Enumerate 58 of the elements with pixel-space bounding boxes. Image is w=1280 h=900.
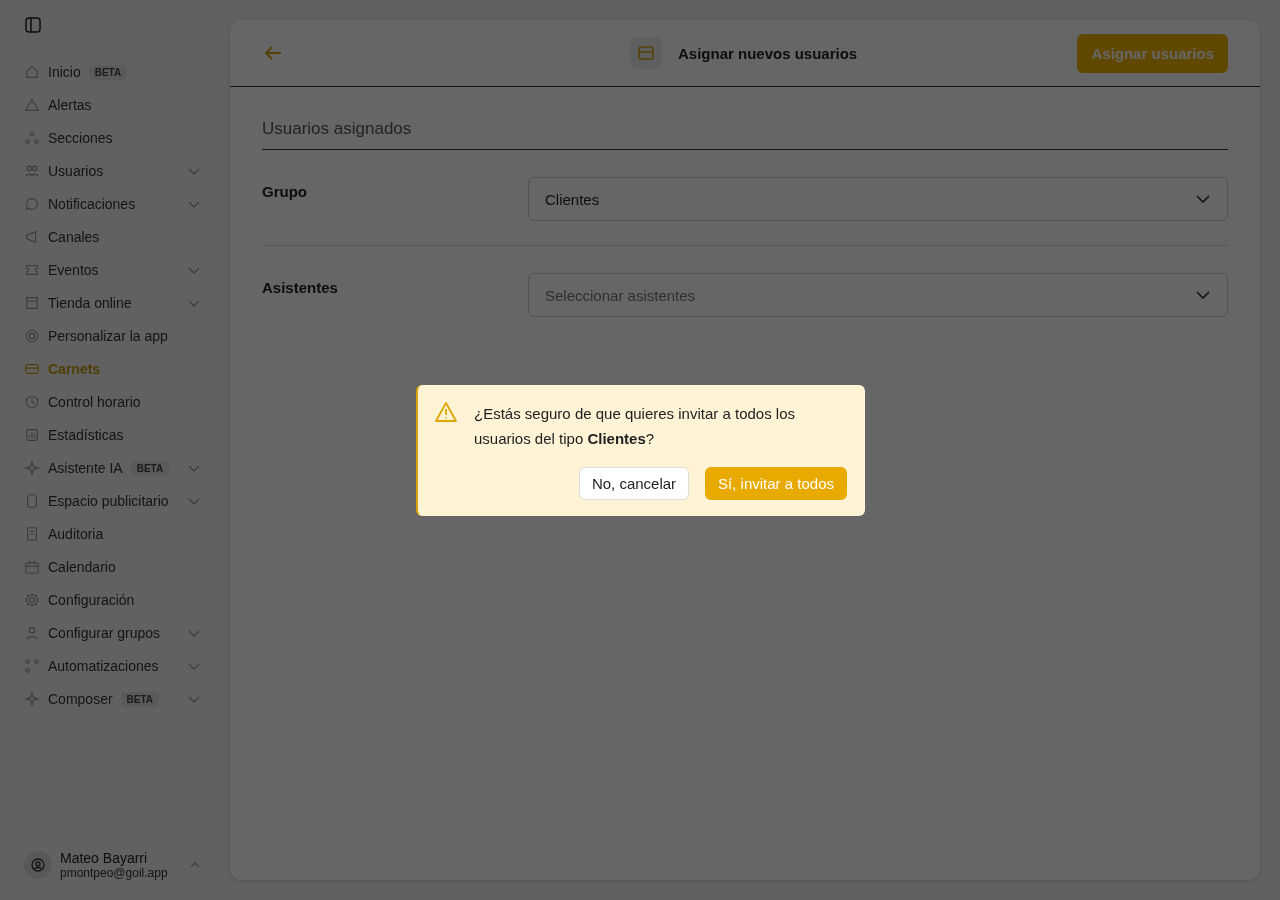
sidebar-item[interactable]: Usuarios (24, 155, 230, 187)
cancel-button[interactable]: No, cancelar (578, 467, 690, 500)
sidebar-item[interactable]: Notificaciones (24, 188, 230, 220)
sidebar-item[interactable]: Automatizaciones (24, 650, 230, 682)
sidebar-item[interactable]: Tienda online (24, 287, 230, 319)
warning-icon (434, 401, 458, 423)
sidebar-item[interactable]: Configurar grupos (24, 617, 230, 649)
menu-item-icon (24, 559, 40, 575)
menu-item-icon (24, 394, 40, 410)
sidebar-item[interactable]: Personalizar la app (24, 320, 230, 352)
sidebar-item[interactable]: Auditoria (24, 518, 230, 550)
sidebar-item[interactable]: Control horario (24, 386, 230, 418)
sidebar-item[interactable]: Inicio BETA (24, 56, 230, 88)
sidebar-item[interactable]: Asistente IA BETA (24, 452, 230, 484)
select-field[interactable]: Clientes (528, 177, 1228, 221)
beta-badge: BETA (88, 64, 128, 80)
sidebar-item[interactable]: Composer BETA (24, 683, 230, 715)
sidebar-item[interactable]: Alertas (24, 89, 230, 121)
avatar (24, 851, 52, 879)
user-email: pmontpeo@goil.app (60, 866, 168, 880)
sidebar-item[interactable]: Espacio publicitario (24, 485, 230, 517)
sidebar-item[interactable]: Carnets (24, 353, 230, 385)
menu-item-icon (24, 658, 40, 674)
menu-item-icon (24, 130, 40, 146)
menu-item-icon (24, 97, 40, 113)
sidebar-item[interactable]: Estadísticas (24, 419, 230, 451)
menu-item-icon (24, 427, 40, 443)
confirm-message: ¿Estás seguro de que quieres invitar a todos los usuarios del tipo Clientes? (474, 404, 796, 449)
sidebar-item[interactable]: Canales (24, 221, 230, 253)
menu-item-icon (24, 493, 40, 509)
sidebar-item[interactable]: Secciones (24, 122, 230, 154)
card-icon (630, 37, 662, 69)
sidebar-item[interactable]: Configuración (24, 584, 230, 616)
assign-users-button[interactable]: Asignar usuarios (1077, 33, 1228, 73)
field-label: Asistentes (262, 278, 339, 298)
menu-item-icon (24, 328, 40, 344)
menu-item-icon (24, 526, 40, 542)
menu-item-icon (24, 460, 40, 476)
beta-badge: BETA (120, 691, 160, 707)
field-label: Grupo (262, 182, 308, 202)
user-name: Mateo Bayarri (60, 850, 149, 866)
menu-item-icon (24, 163, 40, 179)
sidebar-item[interactable]: Eventos (24, 254, 230, 286)
menu-item-icon (24, 592, 40, 608)
menu-item-icon (24, 691, 40, 707)
sidebar-toggle-icon[interactable] (24, 16, 42, 34)
menu-item-icon (24, 262, 40, 278)
menu-item-icon (24, 64, 40, 80)
beta-badge: BETA (130, 460, 170, 476)
chevron-up-icon[interactable] (190, 860, 200, 870)
page-title: Asignar nuevos usuarios (678, 44, 858, 62)
menu-item-icon (24, 361, 40, 377)
section-title: Usuarios asignados (262, 119, 1228, 150)
sidebar-item[interactable]: Calendario (24, 551, 230, 583)
menu-item-icon (24, 625, 40, 641)
menu-item-icon (24, 196, 40, 212)
menu-item-icon (24, 295, 40, 311)
confirm-button[interactable]: Sí, invitar a todos (705, 467, 847, 500)
